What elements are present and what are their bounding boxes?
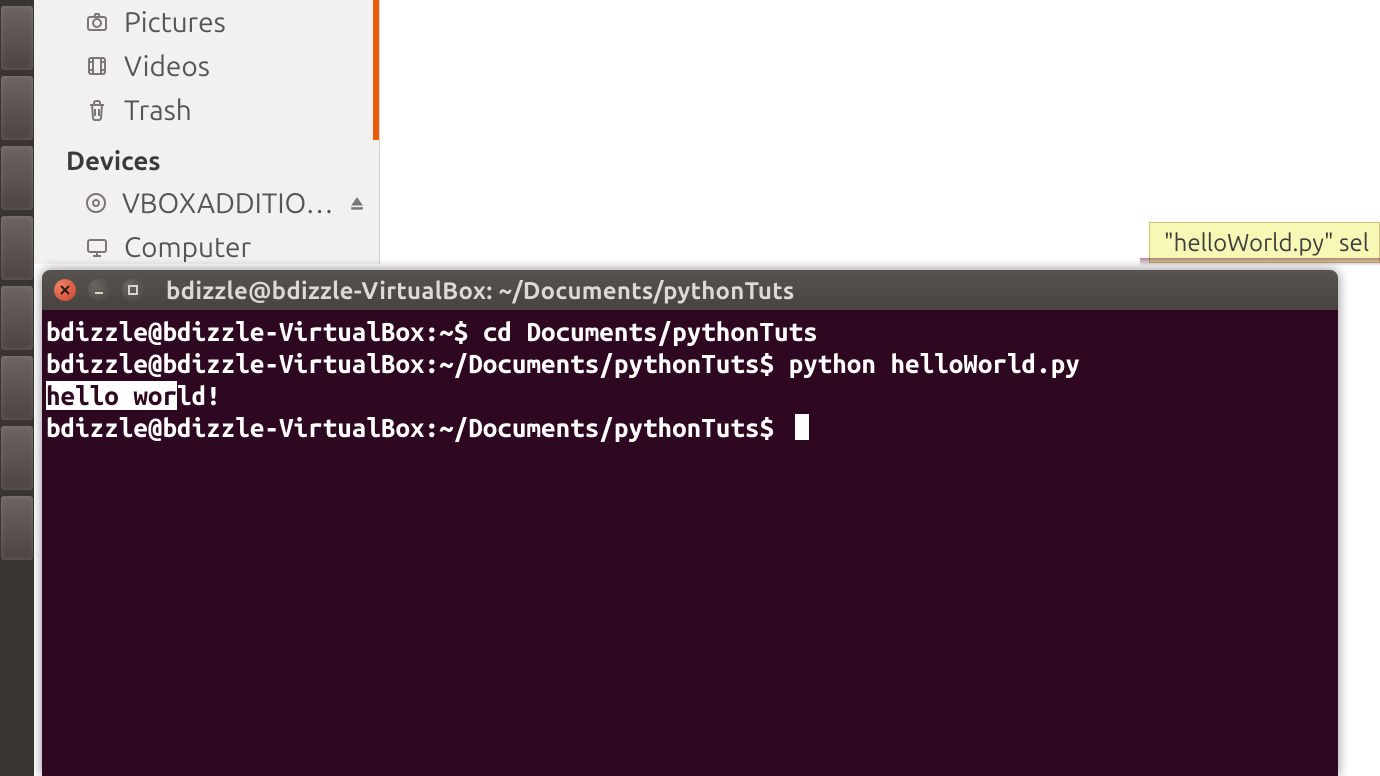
launcher-tile[interactable] [1, 286, 33, 350]
camera-icon [84, 10, 110, 34]
terminal-line: bdizzle@bdizzle-VirtualBox:~$ cd Documen… [46, 317, 818, 346]
launcher-tile[interactable] [1, 76, 33, 140]
sidebar-item-pictures[interactable]: Pictures [84, 0, 365, 44]
terminal-line: hello world! [46, 381, 221, 410]
disc-icon [84, 191, 108, 215]
launcher-tile[interactable] [1, 216, 33, 280]
terminal-line: bdizzle@bdizzle-VirtualBox:~/Documents/p… [46, 349, 1080, 378]
sidebar-item-videos[interactable]: Videos [84, 44, 365, 88]
window-maximize-button[interactable] [122, 279, 144, 301]
terminal-body[interactable]: bdizzle@bdizzle-VirtualBox:~$ cd Documen… [42, 310, 1338, 776]
selection-tooltip: "helloWorld.py" sel [1149, 222, 1380, 263]
sidebar-item-label: Computer [124, 232, 251, 263]
sidebar-item-label: Videos [124, 51, 210, 82]
terminal-cursor [795, 414, 809, 440]
sidebar-item-vboxadditions[interactable]: VBOXADDITIO… [84, 181, 365, 225]
sidebar-item-label: Pictures [124, 7, 226, 38]
terminal-window: bdizzle@bdizzle-VirtualBox: ~/Documents/… [42, 270, 1338, 776]
eject-icon[interactable] [347, 188, 367, 219]
terminal-line: bdizzle@bdizzle-VirtualBox:~/Documents/p… [46, 413, 809, 442]
sidebar-item-computer[interactable]: Computer [84, 225, 365, 269]
sidebar-item-label: VBOXADDITIO… [122, 188, 333, 219]
files-sidebar: Pictures Videos Trash Devices VBOXADDITI… [34, 0, 380, 264]
sidebar-section-devices: Devices [66, 132, 365, 181]
tooltip-shadow [1140, 258, 1380, 266]
sidebar-item-trash[interactable]: Trash [84, 88, 365, 132]
launcher-tile[interactable] [1, 426, 33, 490]
trash-icon [84, 98, 110, 122]
terminal-selection: hello wor [46, 381, 177, 410]
launcher-tile[interactable] [1, 146, 33, 210]
sidebar-item-label: Trash [124, 95, 192, 126]
terminal-titlebar[interactable]: bdizzle@bdizzle-VirtualBox: ~/Documents/… [42, 270, 1338, 310]
launcher-tile[interactable] [1, 6, 33, 70]
terminal-title: bdizzle@bdizzle-VirtualBox: ~/Documents/… [166, 277, 795, 304]
launcher-tile[interactable] [1, 496, 33, 560]
film-icon [84, 54, 110, 78]
unity-launcher [0, 0, 34, 776]
window-minimize-button[interactable] [88, 279, 110, 301]
launcher-tile[interactable] [1, 356, 33, 420]
computer-icon [84, 235, 110, 259]
window-close-button[interactable] [54, 279, 76, 301]
sidebar-scrollbar[interactable] [373, 0, 379, 140]
